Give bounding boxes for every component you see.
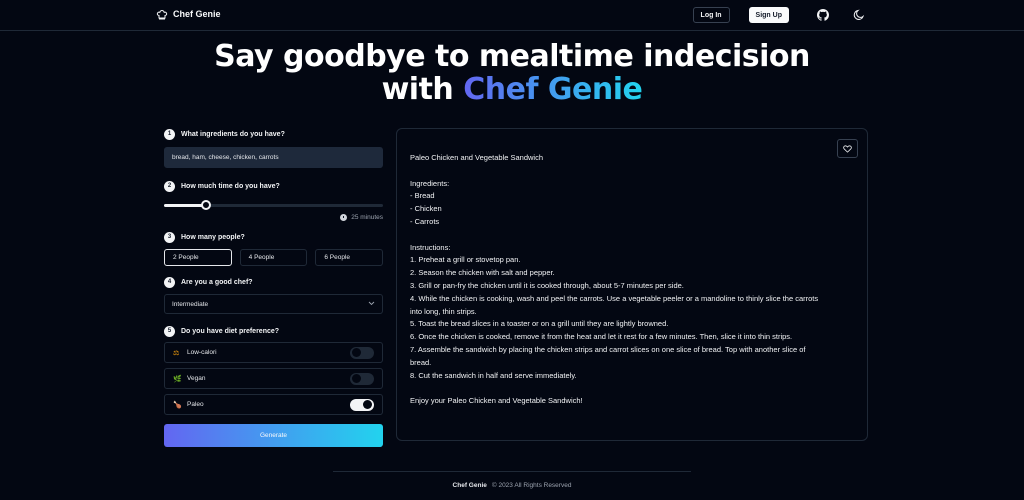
- instruction-step: 3. Grill or pan-fry the chicken until it…: [410, 280, 684, 290]
- instruction-step: 1. Preheat a grill or stovetop pan.: [410, 255, 521, 265]
- diet-option-content: ⚖ Low-calori: [173, 349, 217, 357]
- people-option-2[interactable]: 2 People: [164, 249, 232, 266]
- ingredient-item: - Bread: [410, 191, 435, 201]
- instructions-heading: Instructions:: [410, 242, 451, 252]
- hero-line-1: Say goodbye to mealtime indecision: [214, 39, 810, 74]
- step-number: 3: [164, 231, 175, 243]
- recipe-card: Paleo Chicken and Vegetable Sandwich Ing…: [396, 128, 868, 441]
- herb-icon: 🌿: [173, 375, 182, 383]
- people-options: 2 People 4 People 6 People: [164, 249, 384, 266]
- diet-option-low-calori[interactable]: ⚖ Low-calori: [164, 342, 383, 363]
- signup-button[interactable]: Sign Up: [748, 7, 789, 23]
- login-button[interactable]: Log In: [692, 7, 730, 23]
- time-label: 25 minutes: [351, 214, 383, 221]
- diet-option-vegan[interactable]: 🌿 Vegan: [164, 368, 383, 389]
- clock-icon: [340, 214, 348, 221]
- diet-label: Vegan: [187, 375, 206, 382]
- recipe-title: Paleo Chicken and Vegetable Sandwich: [410, 153, 544, 162]
- step-label: Are you a good chef?: [181, 278, 253, 286]
- top-navbar: Chef Genie Log In Sign Up: [0, 0, 1024, 31]
- step-time: 2 How much time do you have?: [164, 180, 383, 192]
- ingredients-input[interactable]: [164, 147, 383, 168]
- slider-fill: [164, 204, 206, 207]
- recipe-text: Paleo Chicken and Vegetable Sandwich Ing…: [410, 152, 820, 408]
- instruction-step: 5. Toast the bread slices in a toaster o…: [410, 319, 669, 329]
- recipe-form: 1 What ingredients do you have? 2 How mu…: [164, 128, 384, 447]
- step-number: 5: [164, 325, 175, 337]
- instruction-step: 7. Assemble the sandwich by placing the …: [410, 344, 806, 367]
- step-number: 4: [164, 276, 175, 288]
- instruction-step: 8. Cut the sandwich in half and serve im…: [410, 370, 577, 380]
- paleo-toggle[interactable]: [350, 398, 374, 411]
- header-actions: Log In Sign Up: [692, 7, 865, 23]
- chef-hat-icon: [156, 8, 168, 20]
- chef-level-select[interactable]: Intermediate: [164, 294, 383, 314]
- footer-brand: Chef Genie: [452, 482, 487, 489]
- step-chef-level: 4 Are you a good chef?: [164, 276, 383, 288]
- toggle-knob: [363, 400, 372, 409]
- step-diet: 5 Do you have diet preference?: [164, 325, 383, 337]
- time-readout: 25 minutes: [164, 214, 383, 221]
- toggle-knob: [352, 348, 361, 357]
- diet-label: Low-calori: [187, 349, 217, 356]
- slider-thumb[interactable]: [200, 200, 211, 210]
- hero-line-2-prefix: with: [381, 72, 464, 107]
- brand-link[interactable]: Chef Genie: [156, 8, 221, 20]
- diet-option-content: 🌿 Vegan: [173, 375, 205, 383]
- vegan-toggle[interactable]: [350, 372, 374, 385]
- time-slider[interactable]: [164, 200, 383, 210]
- instruction-step: 6. Once the chicken is cooked, remove it…: [410, 332, 793, 342]
- meat-icon: 🍗: [173, 401, 182, 409]
- ingredient-item: - Chicken: [410, 204, 442, 214]
- ingredients-heading: Ingredients:: [410, 178, 450, 188]
- step-number: 1: [164, 128, 175, 140]
- chef-level-value: Intermediate: [172, 300, 209, 308]
- step-label: How many people?: [181, 233, 245, 241]
- diet-label: Paleo: [187, 401, 204, 408]
- instruction-step: 2. Season the chicken with salt and pepp…: [410, 268, 555, 278]
- low-calori-toggle[interactable]: [350, 346, 374, 359]
- footer-divider: [333, 471, 691, 472]
- diet-option-content: 🍗 Paleo: [173, 401, 204, 409]
- step-label: How much time do you have?: [181, 182, 280, 190]
- brand-name: Chef Genie: [173, 9, 221, 19]
- step-label: What ingredients do you have?: [181, 130, 285, 138]
- people-option-6[interactable]: 6 People: [315, 249, 384, 266]
- step-ingredients: 1 What ingredients do you have?: [164, 128, 383, 140]
- toggle-knob: [352, 374, 361, 383]
- footer: Chef Genie © 2023 All Rights Reserved: [0, 482, 1024, 489]
- footer-copyright: © 2023 All Rights Reserved: [491, 482, 572, 489]
- chevron-down-icon: [368, 301, 375, 308]
- step-people: 3 How many people?: [164, 231, 383, 243]
- heart-icon: [843, 141, 852, 156]
- generate-button[interactable]: Generate: [164, 424, 383, 447]
- diet-option-paleo[interactable]: 🍗 Paleo: [164, 394, 383, 415]
- step-number: 2: [164, 180, 175, 192]
- hero-line-2: with Chef Genie: [0, 73, 1024, 106]
- scale-icon: ⚖: [173, 349, 180, 357]
- hero-highlight: Chef Genie: [463, 72, 643, 107]
- ingredient-item: - Carrots: [410, 216, 440, 226]
- moon-icon[interactable]: [853, 9, 865, 21]
- github-icon[interactable]: [817, 9, 829, 21]
- people-option-4[interactable]: 4 People: [239, 249, 308, 266]
- step-label: Do you have diet preference?: [181, 327, 280, 335]
- recipe-closing: Enjoy your Paleo Chicken and Vegetable S…: [410, 396, 583, 406]
- favorite-button[interactable]: [837, 139, 858, 158]
- instruction-step: 4. While the chicken is cooking, wash an…: [410, 293, 819, 316]
- hero-heading: Say goodbye to mealtime indecision with …: [0, 40, 1024, 106]
